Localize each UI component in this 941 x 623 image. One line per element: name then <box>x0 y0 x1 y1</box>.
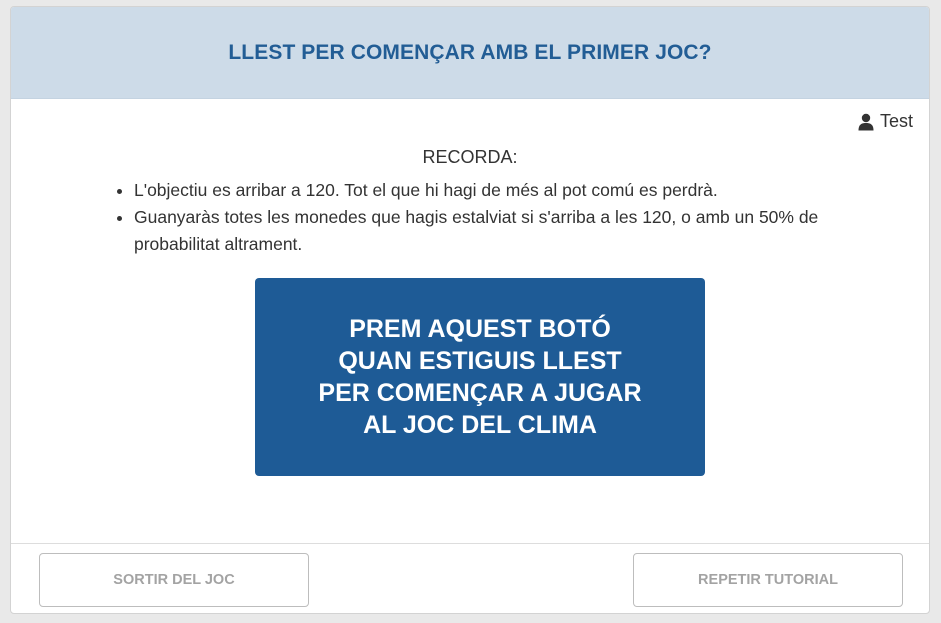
start-button-line: QUAN ESTIGUIS LLEST <box>338 347 622 375</box>
list-item: L'objectiu es arribar a 120. Tot el que … <box>134 177 874 204</box>
reminder-heading: RECORDA: <box>422 147 518 167</box>
start-game-button[interactable]: PREM AQUEST BOTÓ QUAN ESTIGUIS LLEST PER… <box>255 278 705 476</box>
start-button-line: PER COMENÇAR A JUGAR <box>318 379 642 407</box>
exit-game-button[interactable]: SORTIR DEL JOC <box>39 553 309 607</box>
reminder-list: L'objectiu es arribar a 120. Tot el que … <box>114 177 874 258</box>
user-icon <box>858 113 874 130</box>
user-name: Test <box>879 111 913 131</box>
start-button-line: PREM AQUEST BOTÓ <box>349 315 611 343</box>
page-title: LLEST PER COMENÇAR AMB EL PRIMER JOC? <box>228 40 712 64</box>
panel-header: LLEST PER COMENÇAR AMB EL PRIMER JOC? <box>11 7 929 99</box>
start-button-line: AL JOC DEL CLIMA <box>363 411 597 439</box>
game-panel: LLEST PER COMENÇAR AMB EL PRIMER JOC? Te… <box>10 6 930 614</box>
list-item: Guanyaràs totes les monedes que hagis es… <box>134 204 874 258</box>
repeat-tutorial-button[interactable]: REPETIR TUTORIAL <box>633 553 903 607</box>
user-indicator: Test <box>858 111 913 132</box>
panel-footer: SORTIR DEL JOC REPETIR TUTORIAL <box>11 543 929 613</box>
